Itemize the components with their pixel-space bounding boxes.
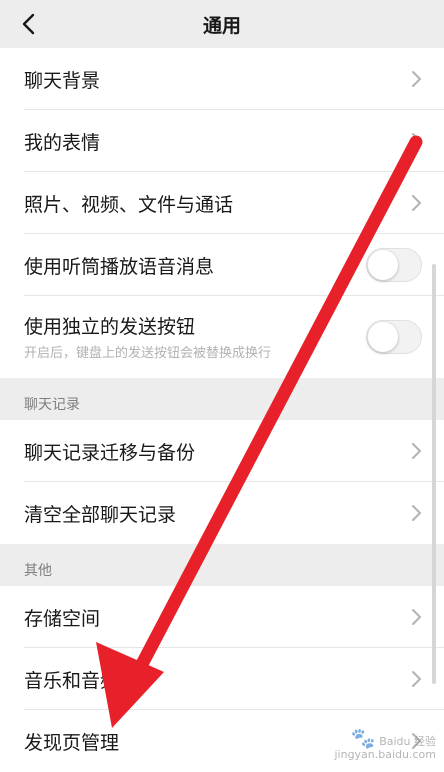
- watermark-url: jingyan.baidu.com: [334, 748, 436, 761]
- section-header-other: 其他: [0, 544, 444, 586]
- row-storage[interactable]: 存储空间: [0, 586, 444, 648]
- section-title: 其他: [24, 563, 52, 579]
- row-sublabel: 开启后，键盘上的发送按钮会被替换成换行: [24, 346, 272, 361]
- row-label: 照片、视频、文件与通话: [24, 193, 234, 216]
- row-music-audio[interactable]: 音乐和音频: [0, 648, 444, 710]
- row-label: 聊天背景: [24, 69, 101, 92]
- row-photos-videos-files-calls[interactable]: 照片、视频、文件与通话: [0, 172, 444, 234]
- settings-list: 聊天背景 我的表情 照片、视频、文件与通话 使用听筒播放语音消息 使用独立的发送…: [0, 48, 444, 772]
- row-clear-chat-history[interactable]: 清空全部聊天记录: [0, 482, 444, 544]
- back-button[interactable]: [14, 10, 42, 38]
- row-label: 清空全部聊天记录: [24, 503, 177, 526]
- send-button-toggle[interactable]: [366, 320, 422, 354]
- chevron-right-icon: [412, 505, 421, 521]
- chevron-left-icon: [22, 13, 35, 35]
- page-title: 通用: [202, 14, 241, 37]
- section-header-chat-history: 聊天记录: [0, 378, 444, 420]
- row-label: 发现页管理: [24, 731, 120, 754]
- chevron-right-icon: [412, 443, 421, 459]
- row-label: 我的表情: [24, 131, 101, 154]
- watermark-brand: Baidu 经验: [379, 735, 436, 748]
- row-label: 使用独立的发送按钮: [24, 316, 196, 338]
- row-label: 聊天记录迁移与备份: [24, 441, 196, 464]
- row-earpiece-playback: 使用听筒播放语音消息: [0, 234, 444, 296]
- top-bar: 通用: [0, 0, 444, 48]
- chevron-right-icon: [412, 71, 421, 87]
- chevron-right-icon: [412, 671, 421, 687]
- chevron-right-icon: [412, 609, 421, 625]
- row-label: 存储空间: [24, 607, 101, 630]
- toggle-knob: [368, 322, 398, 352]
- row-separate-send-button: 使用独立的发送按钮 开启后，键盘上的发送按钮会被替换成换行: [0, 296, 444, 378]
- section-title: 聊天记录: [24, 397, 80, 413]
- scrollbar[interactable]: [432, 264, 436, 684]
- chevron-right-icon: [412, 133, 421, 149]
- toggle-knob: [368, 250, 398, 280]
- row-label: 音乐和音频: [24, 669, 120, 692]
- earpiece-toggle[interactable]: [366, 248, 422, 282]
- row-my-stickers[interactable]: 我的表情: [0, 110, 444, 172]
- row-label: 使用听筒播放语音消息: [24, 255, 215, 278]
- row-chat-background[interactable]: 聊天背景: [0, 48, 444, 110]
- chevron-right-icon: [412, 195, 421, 211]
- row-chat-migrate-backup[interactable]: 聊天记录迁移与备份: [0, 420, 444, 482]
- paw-logo-icon: 🐾: [350, 726, 376, 750]
- baidu-watermark: 🐾 Baidu 经验 jingyan.baidu.com: [334, 728, 436, 761]
